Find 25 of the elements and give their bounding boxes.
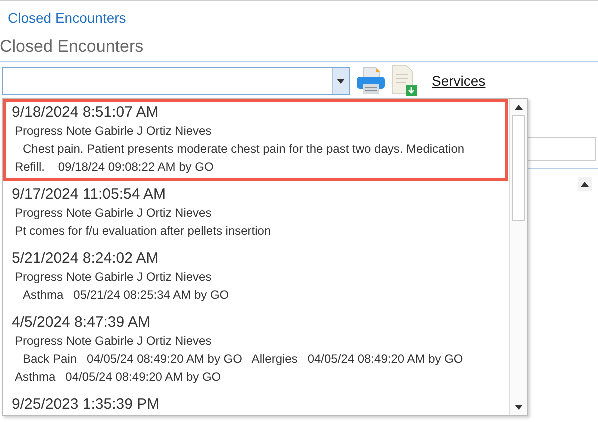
encounter-list-item[interactable]: 9/25/2023 1:35:39 PM <box>3 391 508 415</box>
document-download-icon[interactable] <box>392 65 418 97</box>
encounter-date: 9/18/2024 8:51:07 AM <box>12 103 159 122</box>
note-title: Progress Note Gabirle J Ortiz Nieves <box>14 205 212 222</box>
services-link[interactable]: Services <box>432 73 486 89</box>
encounter-date: 4/5/2024 8:47:39 AM <box>12 313 150 332</box>
encounter-list-item[interactable]: 9/18/2024 8:51:07 AM Progress Note Gabirle J Ortiz Nieves Chest pain. Patient presents moderate chest pain for the past two days. Medication Refill. 09/18/24 09:08:22 AM by GO <box>3 99 508 181</box>
printer-icon[interactable] <box>356 67 386 95</box>
breadcrumb-link[interactable]: Closed Encounters <box>8 9 126 27</box>
note-detail: Chest pain. Patient presents moderate chest pain for the past two days. Medication Refill. 09/18/24 09:08:22 AM by GO <box>14 141 466 176</box>
page-heading: Closed Encounters <box>0 36 144 58</box>
encounter-date: 9/25/2023 1:35:39 PM <box>12 395 160 414</box>
encounter-list-item[interactable]: 5/21/2024 8:24:02 AM Progress Note Gabirle J Ortiz Nieves Asthma 05/21/24 08:25:34 AM by GO <box>3 245 508 309</box>
encounter-list-item[interactable]: 4/5/2024 8:47:39 AM Progress Note Gabirle J Ortiz Nieves Back Pain 04/05/24 08:49:20 AM by GO Allergies 04/05/24 08:49:20 AM by GO Asthma 04/05/24 08:49:20 AM by GO <box>3 309 508 391</box>
scroll-up-icon[interactable] <box>578 177 592 191</box>
note-detail: Back Pain 04/05/24 08:49:20 AM by GO Allergies 04/05/24 08:49:20 AM by GO Asthma 04/05/24 08:49:20 AM by GO <box>14 351 464 386</box>
scrollbar-thumb[interactable] <box>512 115 525 221</box>
encounter-date: 9/17/2024 11:05:54 AM <box>12 185 166 204</box>
note-title: Progress Note Gabirle J Ortiz Nieves <box>14 123 212 140</box>
note-detail: Asthma 05/21/24 08:25:34 AM by GO <box>22 287 230 304</box>
note-detail: Pt comes for f/u evaluation after pellets insertion <box>14 223 272 240</box>
note-title: Progress Note Gabirle J Ortiz Nieves <box>14 269 212 286</box>
note-title: Progress Note Gabirle J Ortiz Nieves <box>14 333 212 350</box>
encounter-date: 5/21/2024 8:24:02 AM <box>12 249 159 268</box>
encounter-list-item[interactable]: 9/17/2024 11:05:54 AM Progress Note Gabirle J Ortiz Nieves Pt comes for f/u evaluation after pellets insertion <box>3 181 508 245</box>
